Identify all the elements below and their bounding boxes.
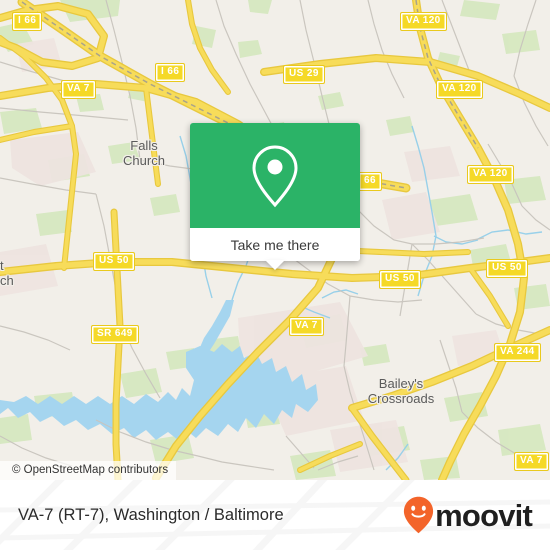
moovit-brand[interactable]: moovit bbox=[403, 496, 533, 534]
popup-header bbox=[190, 123, 360, 228]
moovit-wordmark: moovit bbox=[435, 497, 533, 533]
location-popup-card[interactable]: Take me there bbox=[190, 123, 360, 270]
shield-va-120-northeast: VA 120 bbox=[436, 80, 483, 99]
shield-va-120-east: VA 120 bbox=[467, 165, 514, 184]
popup-pointer-tail bbox=[265, 260, 285, 270]
shield-va-7-southeast: VA 7 bbox=[514, 452, 549, 471]
shield-va-7-northwest: VA 7 bbox=[61, 80, 96, 99]
osm-attribution[interactable]: © OpenStreetMap contributors bbox=[0, 461, 177, 480]
popup-footer[interactable]: Take me there bbox=[190, 228, 360, 270]
shield-us-50-center: US 50 bbox=[379, 270, 421, 289]
shield-us-50-west: US 50 bbox=[93, 252, 135, 271]
shield-i-66-northwest: I 66 bbox=[12, 12, 43, 31]
map-screenshot: Falls Church Bailey's Crossroads t ch I 66 … bbox=[0, 0, 550, 550]
shield-sr-649-west: SR 649 bbox=[91, 325, 139, 344]
shield-va-7-center: VA 7 bbox=[289, 317, 324, 336]
shield-us-29-north: US 29 bbox=[283, 65, 325, 84]
map-canvas[interactable]: Falls Church Bailey's Crossroads t ch I 66 … bbox=[0, 0, 550, 480]
footer-bar: VA-7 (RT-7), Washington / Baltimore moov… bbox=[0, 480, 550, 550]
shield-i-66-east: 66 bbox=[358, 172, 382, 191]
map-pin-icon bbox=[252, 144, 298, 207]
shield-us-50-east: US 50 bbox=[486, 259, 528, 278]
shield-va-120-north: VA 120 bbox=[400, 12, 447, 31]
take-me-there-label: Take me there bbox=[230, 236, 320, 253]
shield-i-66-center: I 66 bbox=[155, 63, 186, 82]
moovit-smiley-pin-icon bbox=[404, 496, 434, 534]
route-title: VA-7 (RT-7), Washington / Baltimore bbox=[18, 505, 284, 524]
shield-va-244-east: VA 244 bbox=[494, 343, 541, 362]
